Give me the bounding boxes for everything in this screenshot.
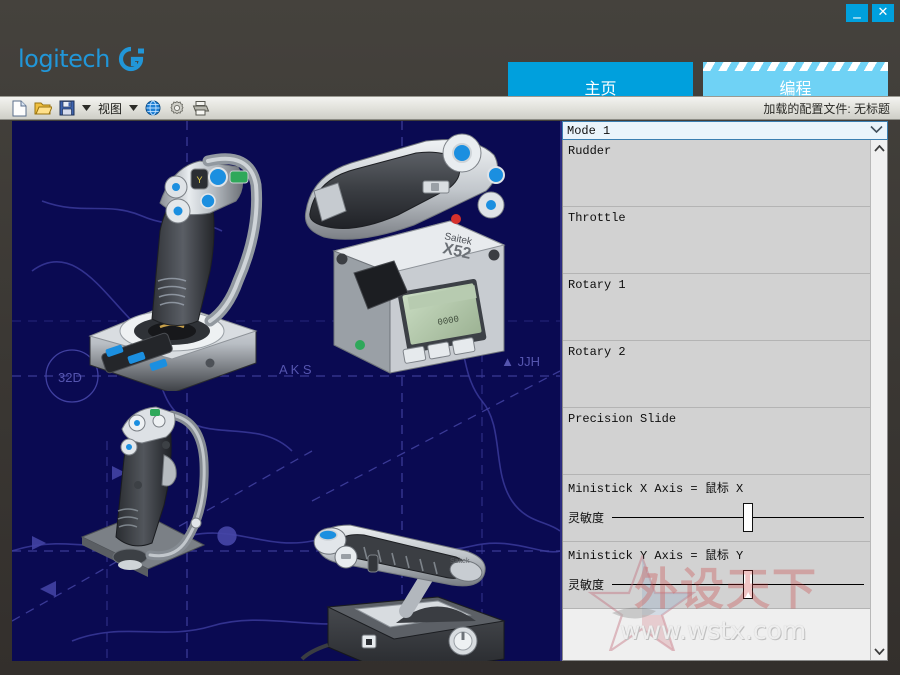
gear-icon xyxy=(170,101,184,115)
sensitivity-slider[interactable] xyxy=(612,502,864,532)
chevron-down-icon xyxy=(82,105,91,111)
chevron-down-icon xyxy=(873,648,885,655)
brand-name: logitech xyxy=(18,45,110,73)
mode-select-value: Mode 1 xyxy=(567,123,611,138)
save-disk-icon xyxy=(59,100,75,116)
axis-row-ministick-y[interactable]: Ministick Y Axis = 鼠标 Y 灵敏度 xyxy=(563,542,870,609)
axis-name: Rotary 2 xyxy=(568,345,626,359)
sensitivity-control: 灵敏度 xyxy=(568,502,870,532)
save-button[interactable] xyxy=(56,98,78,118)
toolbar: 视图 加载的配置文件: 无标题 xyxy=(0,96,900,120)
sensitivity-slider[interactable] xyxy=(612,569,864,599)
axis-row-ministick-x[interactable]: Ministick X Axis = 鼠标 X 灵敏度 xyxy=(563,475,870,542)
axis-name: Ministick X Axis = 鼠标 X xyxy=(568,482,744,496)
view-menu-button[interactable]: 视图 xyxy=(95,100,125,117)
slider-track xyxy=(612,517,864,518)
main-content: 32D A K S ▲ JJH ▲ AWB xyxy=(12,121,888,661)
device-preview-area[interactable]: 32D A K S ▲ JJH ▲ AWB xyxy=(12,121,560,661)
tab-home-label: 主页 xyxy=(584,81,617,98)
sensitivity-label: 灵敏度 xyxy=(568,510,605,525)
axis-name: Ministick Y Axis = 鼠标 Y xyxy=(568,549,744,563)
chevron-up-icon xyxy=(873,145,885,152)
axis-list-body: Rudder Throttle Rotary 1 Rotary 2 Precis… xyxy=(562,140,888,661)
app-header: logitech 主页 编程 xyxy=(0,26,900,112)
minimize-icon: _ xyxy=(853,1,861,19)
axis-name: Precision Slide xyxy=(568,412,677,426)
minimize-button[interactable]: _ xyxy=(846,1,868,22)
axis-row-rotary-2[interactable]: Rotary 2 xyxy=(563,341,870,408)
logitech-gaming-software-window: _ ✕ logitech 主页 编程 视图 加载的配置文件: 无标题 32D A… xyxy=(0,0,900,675)
open-folder-button[interactable] xyxy=(32,98,54,118)
slider-thumb[interactable] xyxy=(743,503,754,532)
axis-row-throttle[interactable]: Throttle xyxy=(563,207,870,274)
chevron-down-icon xyxy=(129,105,139,111)
brand-logo: logitech xyxy=(18,44,147,74)
axis-name: Throttle xyxy=(568,211,626,225)
axis-config-panel: Mode 1 Rudder Throttle Rotary 1 Rotary 2… xyxy=(560,121,888,661)
axis-name: Rotary 1 xyxy=(568,278,626,292)
x52-throttle-top[interactable]: Saitek X52 0000 xyxy=(298,133,533,381)
new-document-icon xyxy=(12,100,26,116)
axis-name: Rudder xyxy=(568,144,612,158)
axis-row-rotary-1[interactable]: Rotary 1 xyxy=(563,274,870,341)
slider-track xyxy=(612,584,864,585)
sensitivity-control: 灵敏度 xyxy=(568,569,870,599)
axis-row-rudder[interactable]: Rudder xyxy=(563,140,870,207)
x52-joystick-bottom[interactable] xyxy=(74,393,274,593)
close-icon: ✕ xyxy=(877,5,889,20)
svg-text:Y: Y xyxy=(196,175,202,185)
logitech-g-logo-icon xyxy=(117,44,147,74)
x52-joystick-top[interactable]: Y xyxy=(60,131,275,391)
close-button[interactable]: ✕ xyxy=(872,4,894,22)
x52-throttle-bottom[interactable]: Saitek xyxy=(298,519,536,661)
settings-button[interactable] xyxy=(166,98,188,118)
globe-button[interactable] xyxy=(142,98,164,118)
tab-programming-label: 编程 xyxy=(779,81,812,98)
loaded-profile-status: 加载的配置文件: 无标题 xyxy=(763,101,890,116)
save-dropdown-caret[interactable] xyxy=(80,98,93,118)
sensitivity-label: 灵敏度 xyxy=(568,577,605,592)
new-document-button[interactable] xyxy=(8,98,30,118)
axis-list: Rudder Throttle Rotary 1 Rotary 2 Precis… xyxy=(563,140,870,660)
chevron-down-icon xyxy=(870,125,883,136)
scroll-up-button[interactable] xyxy=(871,140,887,157)
axis-row-precision-slide[interactable]: Precision Slide xyxy=(563,408,870,475)
scroll-down-button[interactable] xyxy=(871,643,887,660)
axis-list-scrollbar[interactable] xyxy=(870,140,887,660)
print-button[interactable] xyxy=(190,98,212,118)
globe-icon xyxy=(145,100,161,116)
view-dropdown-caret[interactable] xyxy=(127,98,140,118)
mode-select[interactable]: Mode 1 xyxy=(562,121,888,140)
axis-list-empty-space xyxy=(563,609,870,660)
printer-icon xyxy=(192,101,210,116)
title-bar: _ ✕ xyxy=(0,0,900,26)
open-folder-icon xyxy=(34,102,52,115)
slider-thumb[interactable] xyxy=(743,570,754,599)
svg-text:Saitek: Saitek xyxy=(450,558,470,565)
